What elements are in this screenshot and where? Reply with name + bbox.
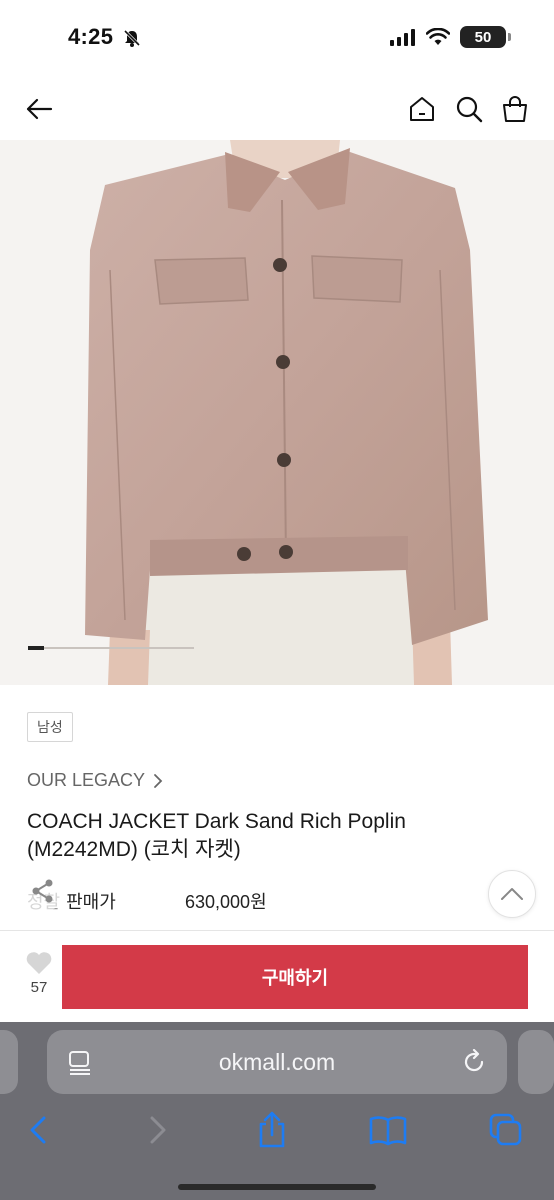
browser-back-button[interactable] (16, 1108, 60, 1152)
gender-badge: 남성 (27, 712, 73, 742)
buy-button[interactable]: 구매하기 (62, 945, 528, 1009)
image-pagination-thumb (28, 646, 44, 650)
cart-button[interactable] (498, 92, 532, 126)
search-icon (456, 96, 483, 123)
battery-indicator: 50 (460, 26, 511, 48)
heart-icon (26, 952, 52, 974)
browser-bookmarks-button[interactable] (366, 1108, 410, 1152)
reload-icon[interactable] (461, 1049, 487, 1075)
back-button[interactable] (22, 92, 56, 126)
browser-chrome: okmall.com (0, 1022, 554, 1200)
price-value: 630,000원 (185, 892, 267, 912)
product-title: COACH JACKET Dark Sand Rich Poplin (M224… (27, 810, 406, 861)
share-icon (32, 879, 53, 903)
chevron-right-icon (150, 1116, 166, 1144)
browser-toolbar-background: okmall.com (0, 1022, 554, 1200)
scroll-to-top-button[interactable] (488, 870, 536, 918)
share-button[interactable] (22, 870, 64, 912)
jacket-illustration (0, 140, 554, 685)
chevron-right-icon (154, 773, 163, 788)
product-image[interactable] (0, 140, 554, 685)
address-bar[interactable]: okmall.com (47, 1030, 507, 1094)
chevron-left-icon (30, 1116, 46, 1144)
status-time: 4:25 (68, 24, 114, 49)
silent-mode-icon (123, 29, 141, 47)
url-text: okmall.com (218, 1048, 336, 1075)
cellular-signal-icon (390, 29, 415, 46)
home-icon (410, 97, 434, 121)
arrow-left-icon (26, 98, 53, 120)
price-label: 판매가 (66, 892, 116, 912)
home-button[interactable] (405, 92, 439, 126)
like-button[interactable]: 57 (22, 951, 56, 996)
brand-name: OUR LEGACY (27, 770, 146, 790)
wifi-icon (426, 28, 450, 45)
browser-forward-button[interactable] (136, 1108, 180, 1152)
purchase-bar: 57 구매하기 (0, 930, 554, 1022)
like-count: 57 (30, 979, 48, 996)
browser-tabs-button[interactable] (484, 1108, 528, 1152)
page-menu-icon (69, 1051, 90, 1075)
share-up-icon (259, 1111, 285, 1148)
status-indicators: 50 (390, 26, 511, 48)
book-icon (369, 1116, 407, 1146)
shopping-bag-icon (503, 96, 527, 122)
app-header (0, 78, 554, 140)
brand-link[interactable]: OUR LEGACY (27, 770, 163, 791)
image-pagination-track (28, 646, 194, 650)
search-button[interactable] (452, 92, 486, 126)
browser-bottom-toolbar (0, 1104, 554, 1160)
browser-share-button[interactable] (250, 1108, 294, 1152)
tabs-icon (489, 1113, 522, 1146)
home-indicator (178, 1184, 376, 1190)
status-bar: 4:25 50 (0, 0, 554, 72)
previous-tab-pill[interactable] (0, 1030, 18, 1094)
chevron-up-icon (501, 888, 523, 900)
next-tab-pill[interactable] (518, 1030, 554, 1094)
